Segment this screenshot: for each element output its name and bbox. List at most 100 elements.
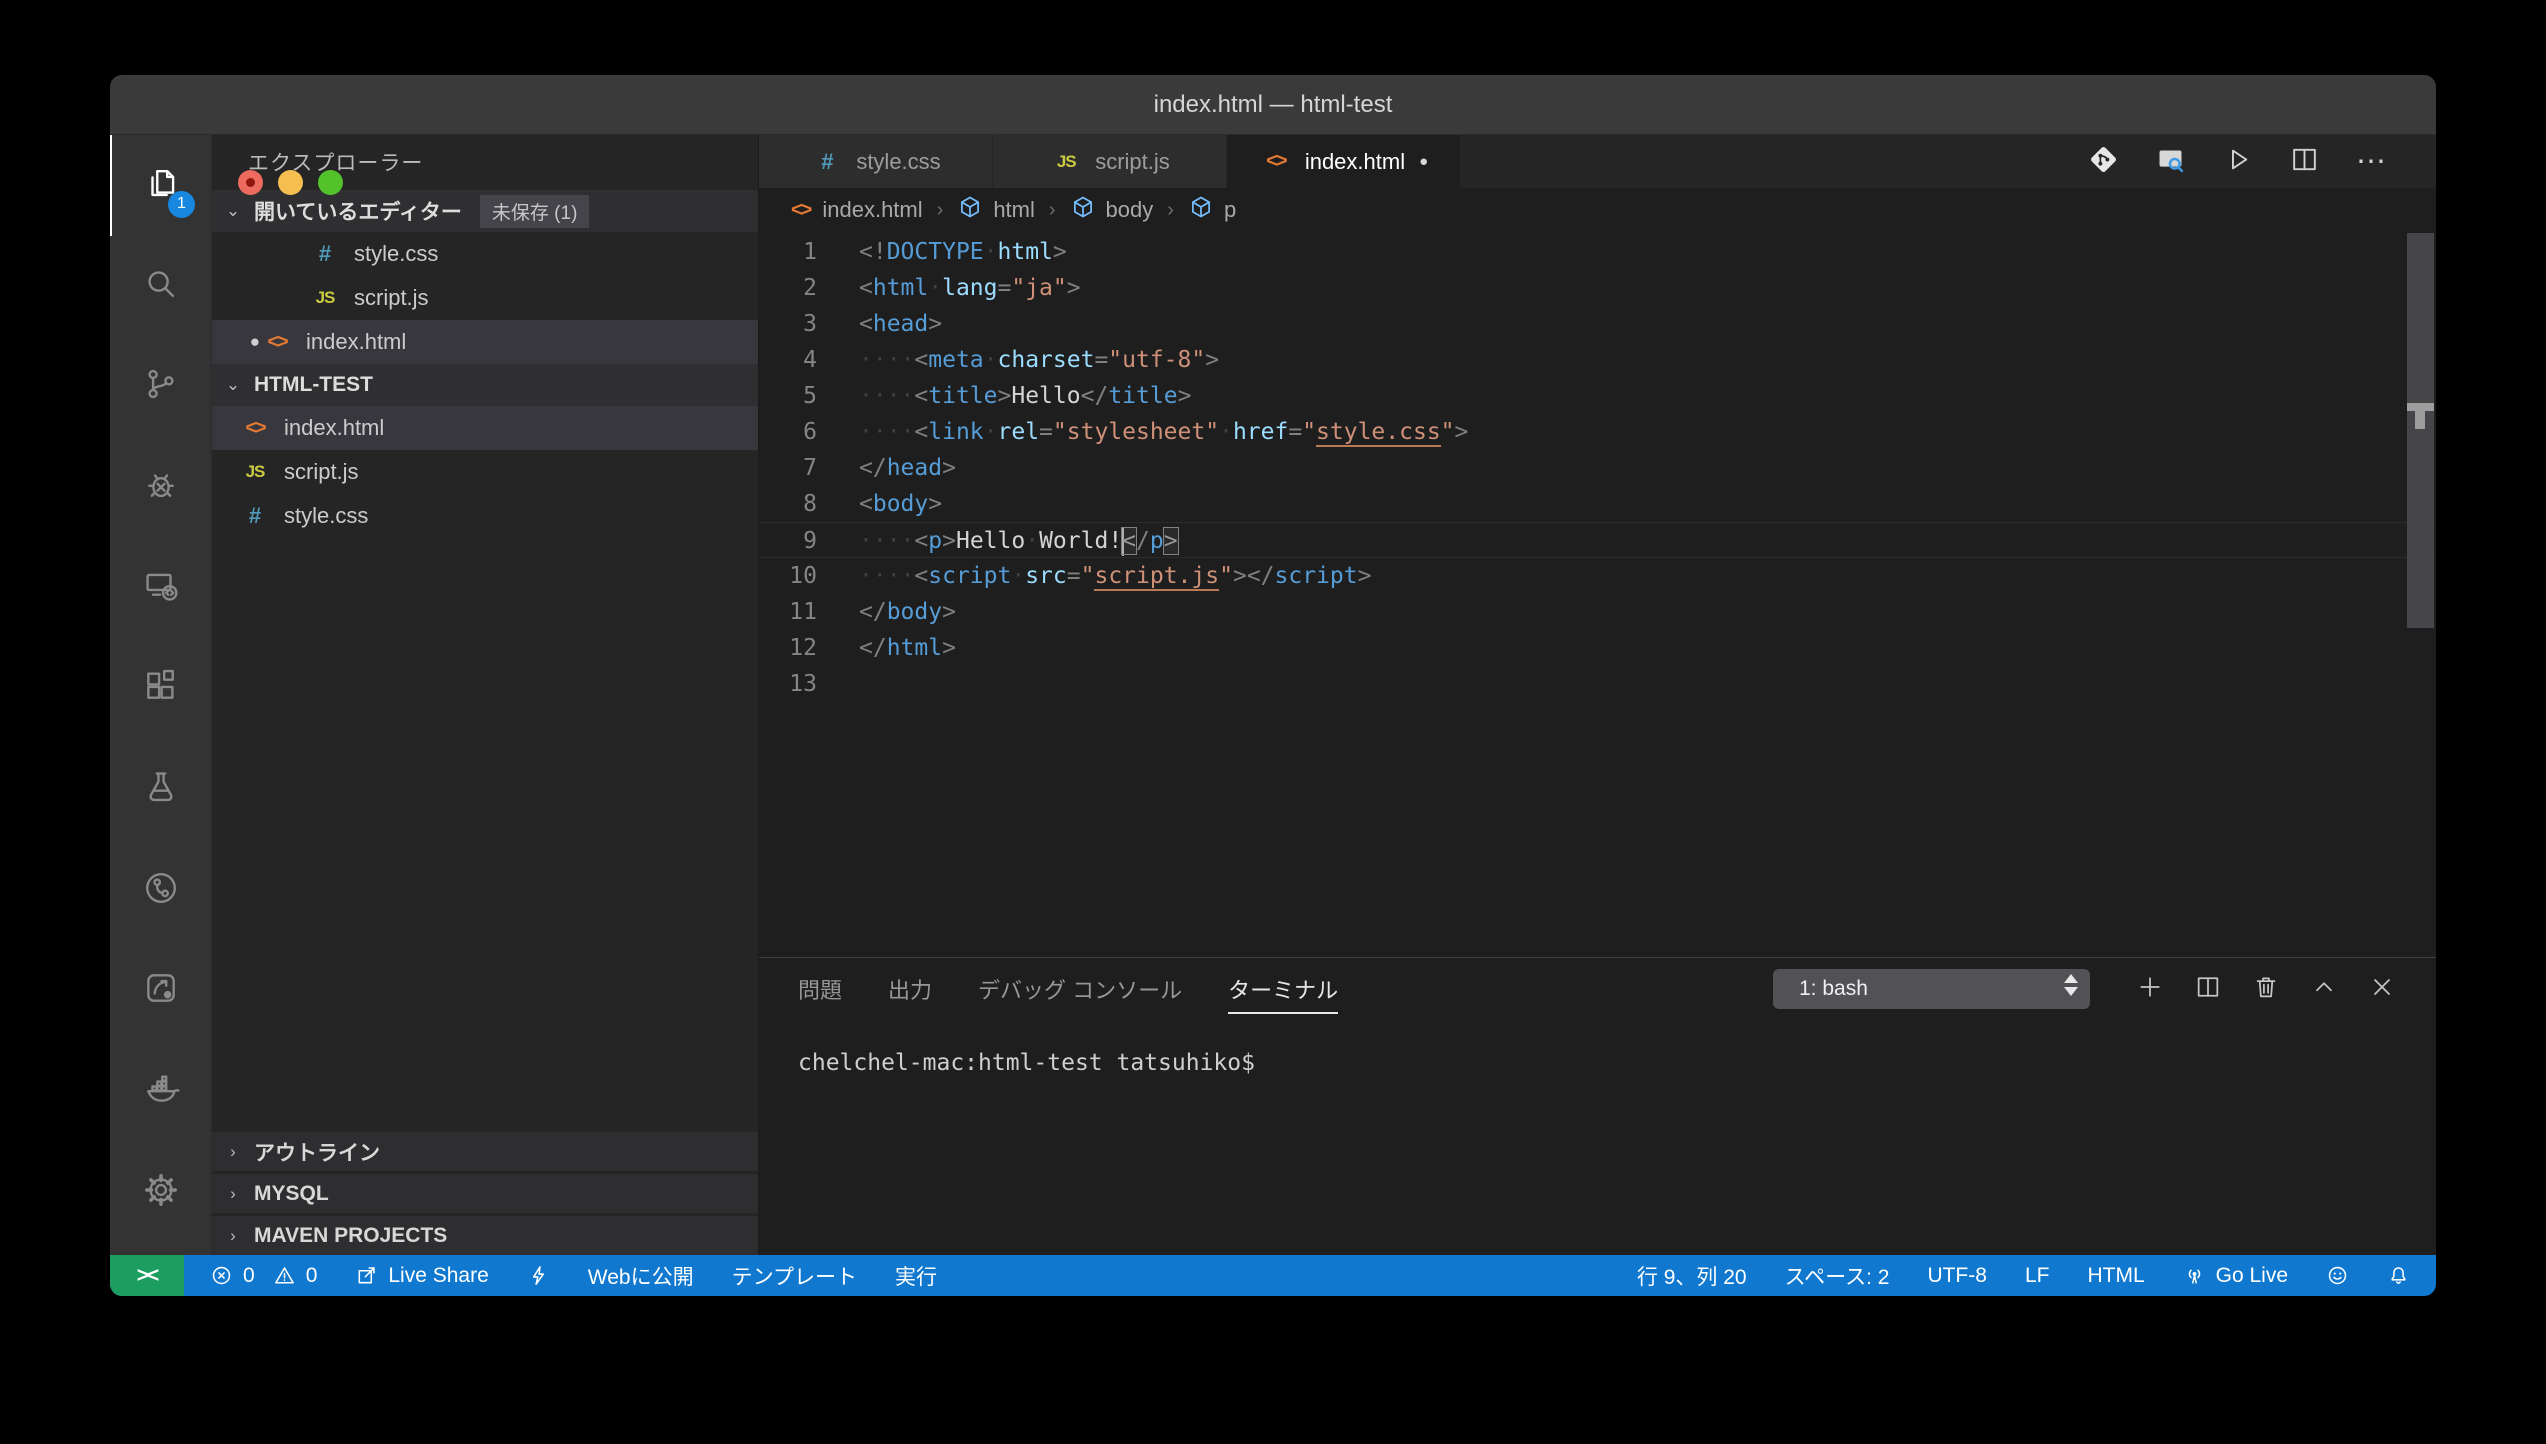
panel-tab-問題[interactable]: 問題 bbox=[798, 958, 842, 1020]
activity-live-share[interactable] bbox=[110, 941, 211, 1042]
tab-index.html[interactable]: <>index.html ● bbox=[1227, 135, 1461, 188]
sidebar-section-アウトライン[interactable]: › アウトライン bbox=[212, 1129, 758, 1171]
line-number: 4 bbox=[759, 342, 859, 378]
activity-docker[interactable] bbox=[110, 1041, 211, 1142]
tree-item-script.js[interactable]: JS script.js bbox=[212, 450, 758, 494]
panel-tab-デバッグ コンソール[interactable]: デバッグ コンソール bbox=[978, 958, 1182, 1020]
terminal-select[interactable]: 1: bash bbox=[1773, 969, 2090, 1009]
activity-source-control[interactable] bbox=[110, 336, 211, 437]
panel-tab-ターミナル[interactable]: ターミナル bbox=[1228, 958, 1338, 1020]
open-editor-script.js[interactable]: JS script.js bbox=[212, 276, 758, 320]
code-editor[interactable]: 1<!DOCTYPE·html> 2<html·lang="ja"> 3<hea… bbox=[759, 234, 2436, 702]
open-preview-icon[interactable] bbox=[2155, 144, 2186, 180]
activity-extensions[interactable] bbox=[110, 639, 211, 740]
breadcrumb-index.html[interactable]: <> index.html bbox=[791, 197, 923, 223]
breadcrumb-body[interactable]: body bbox=[1070, 194, 1154, 226]
file-label: script.js bbox=[284, 459, 359, 485]
status-encoding[interactable]: UTF-8 bbox=[1927, 1264, 1987, 1288]
split-terminal-icon[interactable] bbox=[2194, 973, 2222, 1006]
editor-scrollbar[interactable] bbox=[2407, 233, 2434, 628]
status-cursor-position[interactable]: 行 9、列 20 bbox=[1637, 1261, 1747, 1291]
status-template[interactable]: テンプレート bbox=[732, 1261, 857, 1291]
maximize-panel-icon[interactable] bbox=[2310, 973, 2338, 1006]
section-label: MAVEN PROJECTS bbox=[254, 1224, 447, 1248]
status-language-mode[interactable]: HTML bbox=[2087, 1264, 2144, 1288]
extensions-icon bbox=[142, 667, 180, 710]
sidebar-bottom-sections: › アウトライン › MYSQL › MAVEN PROJECTS bbox=[212, 1129, 758, 1255]
breadcrumb-p[interactable]: p bbox=[1188, 194, 1236, 226]
chevron-right-icon: › bbox=[212, 1142, 254, 1162]
warning-count: 0 bbox=[306, 1264, 318, 1288]
status-feedback[interactable] bbox=[2326, 1264, 2349, 1287]
more-actions-icon[interactable]: ⋯ bbox=[2356, 146, 2388, 177]
close-window-button[interactable] bbox=[238, 170, 263, 195]
status-bar-right: 行 9、列 20 スペース: 2 UTF-8 LF HTML Go Live bbox=[1637, 1261, 2410, 1291]
html-file-icon: <> bbox=[238, 417, 272, 440]
modified-dot-icon: ● bbox=[212, 332, 260, 352]
sidebar-section-MAVEN PROJECTS[interactable]: › MAVEN PROJECTS bbox=[212, 1213, 758, 1255]
status-publish-web[interactable]: Webに公開 bbox=[588, 1261, 694, 1291]
activity-search[interactable] bbox=[110, 236, 211, 337]
html-file-icon: <> bbox=[260, 331, 294, 354]
panel-tab-出力[interactable]: 出力 bbox=[888, 958, 932, 1020]
activity-bar: 1 bbox=[110, 135, 211, 1255]
gitlens-icon bbox=[142, 869, 180, 912]
remote-indicator[interactable]: >< bbox=[110, 1255, 184, 1296]
tab-script.js[interactable]: JSscript.js bbox=[993, 135, 1227, 188]
docker-icon bbox=[142, 1070, 180, 1113]
line-number: 1 bbox=[759, 234, 859, 270]
new-terminal-icon[interactable] bbox=[2136, 973, 2164, 1006]
js-file-icon: JS bbox=[308, 288, 342, 308]
activity-gitlens[interactable] bbox=[110, 840, 211, 941]
status-label: HTML bbox=[2087, 1264, 2144, 1288]
status-indentation[interactable]: スペース: 2 bbox=[1785, 1261, 1890, 1291]
folder-header[interactable]: ⌄ HTML-TEST bbox=[212, 364, 758, 406]
html-tag-icon: <> bbox=[791, 199, 810, 222]
tab-style.css[interactable]: #style.css bbox=[759, 135, 993, 188]
kill-terminal-icon[interactable] bbox=[2252, 973, 2280, 1006]
open-changes-icon[interactable] bbox=[2088, 144, 2119, 180]
status-label: Go Live bbox=[2216, 1264, 2288, 1288]
tree-item-style.css[interactable]: # style.css bbox=[212, 494, 758, 538]
open-editor-index.html[interactable]: ●<> index.html bbox=[212, 320, 758, 364]
file-label: script.js bbox=[354, 285, 429, 311]
run-icon[interactable] bbox=[2222, 144, 2253, 180]
breadcrumb-html[interactable]: html bbox=[957, 194, 1035, 226]
terminal-output[interactable]: chelchel-mac:html-test tatsuhiko$ bbox=[798, 1050, 1255, 1076]
status-quick-action[interactable] bbox=[527, 1264, 550, 1287]
split-editor-icon[interactable] bbox=[2289, 144, 2320, 180]
minimize-window-button[interactable] bbox=[278, 170, 303, 195]
code-line-8: 8<body> bbox=[759, 486, 2436, 522]
status-label: Live Share bbox=[388, 1264, 488, 1288]
tab-label: index.html bbox=[1305, 149, 1405, 175]
explorer-badge: 1 bbox=[168, 191, 195, 218]
status-bar: >< 0 0 Live Share Webに公開 テンプレート 実行 行 9、列… bbox=[110, 1255, 2436, 1296]
sidebar-section-MYSQL[interactable]: › MYSQL bbox=[212, 1171, 758, 1213]
open-editor-style.css[interactable]: # style.css bbox=[212, 232, 758, 276]
status-live-share[interactable]: Live Share bbox=[355, 1264, 488, 1288]
activity-explorer[interactable]: 1 bbox=[110, 135, 211, 236]
status-label: LF bbox=[2025, 1264, 2050, 1288]
activity-run-debug[interactable] bbox=[110, 437, 211, 538]
status-bar-left: 0 0 Live Share Webに公開 テンプレート 実行 bbox=[210, 1261, 937, 1291]
status-eol[interactable]: LF bbox=[2025, 1264, 2050, 1288]
symbol-cube-icon bbox=[1070, 194, 1106, 226]
line-number: 13 bbox=[759, 666, 859, 702]
activity-testing[interactable] bbox=[110, 739, 211, 840]
close-panel-icon[interactable] bbox=[2368, 973, 2396, 1006]
activity-remote-explorer[interactable] bbox=[110, 538, 211, 639]
open-editors-header[interactable]: ⌄ 開いているエディター 未保存 (1) bbox=[212, 190, 758, 232]
symbol-cube-icon bbox=[957, 194, 993, 226]
status-run-task[interactable]: 実行 bbox=[895, 1261, 937, 1291]
beaker-icon bbox=[142, 768, 180, 811]
breadcrumb-separator: › bbox=[937, 199, 944, 222]
unsaved-badge: 未保存 (1) bbox=[480, 195, 590, 228]
activity-settings[interactable] bbox=[110, 1142, 211, 1243]
tree-item-index.html[interactable]: <> index.html bbox=[212, 406, 758, 450]
status-go-live[interactable]: Go Live bbox=[2183, 1264, 2288, 1288]
status-notifications[interactable] bbox=[2387, 1264, 2410, 1287]
error-count: 0 bbox=[243, 1264, 255, 1288]
code-line-1: 1<!DOCTYPE·html> bbox=[759, 234, 2436, 270]
maximize-window-button[interactable] bbox=[318, 170, 343, 195]
problems-status[interactable]: 0 0 bbox=[210, 1264, 317, 1288]
